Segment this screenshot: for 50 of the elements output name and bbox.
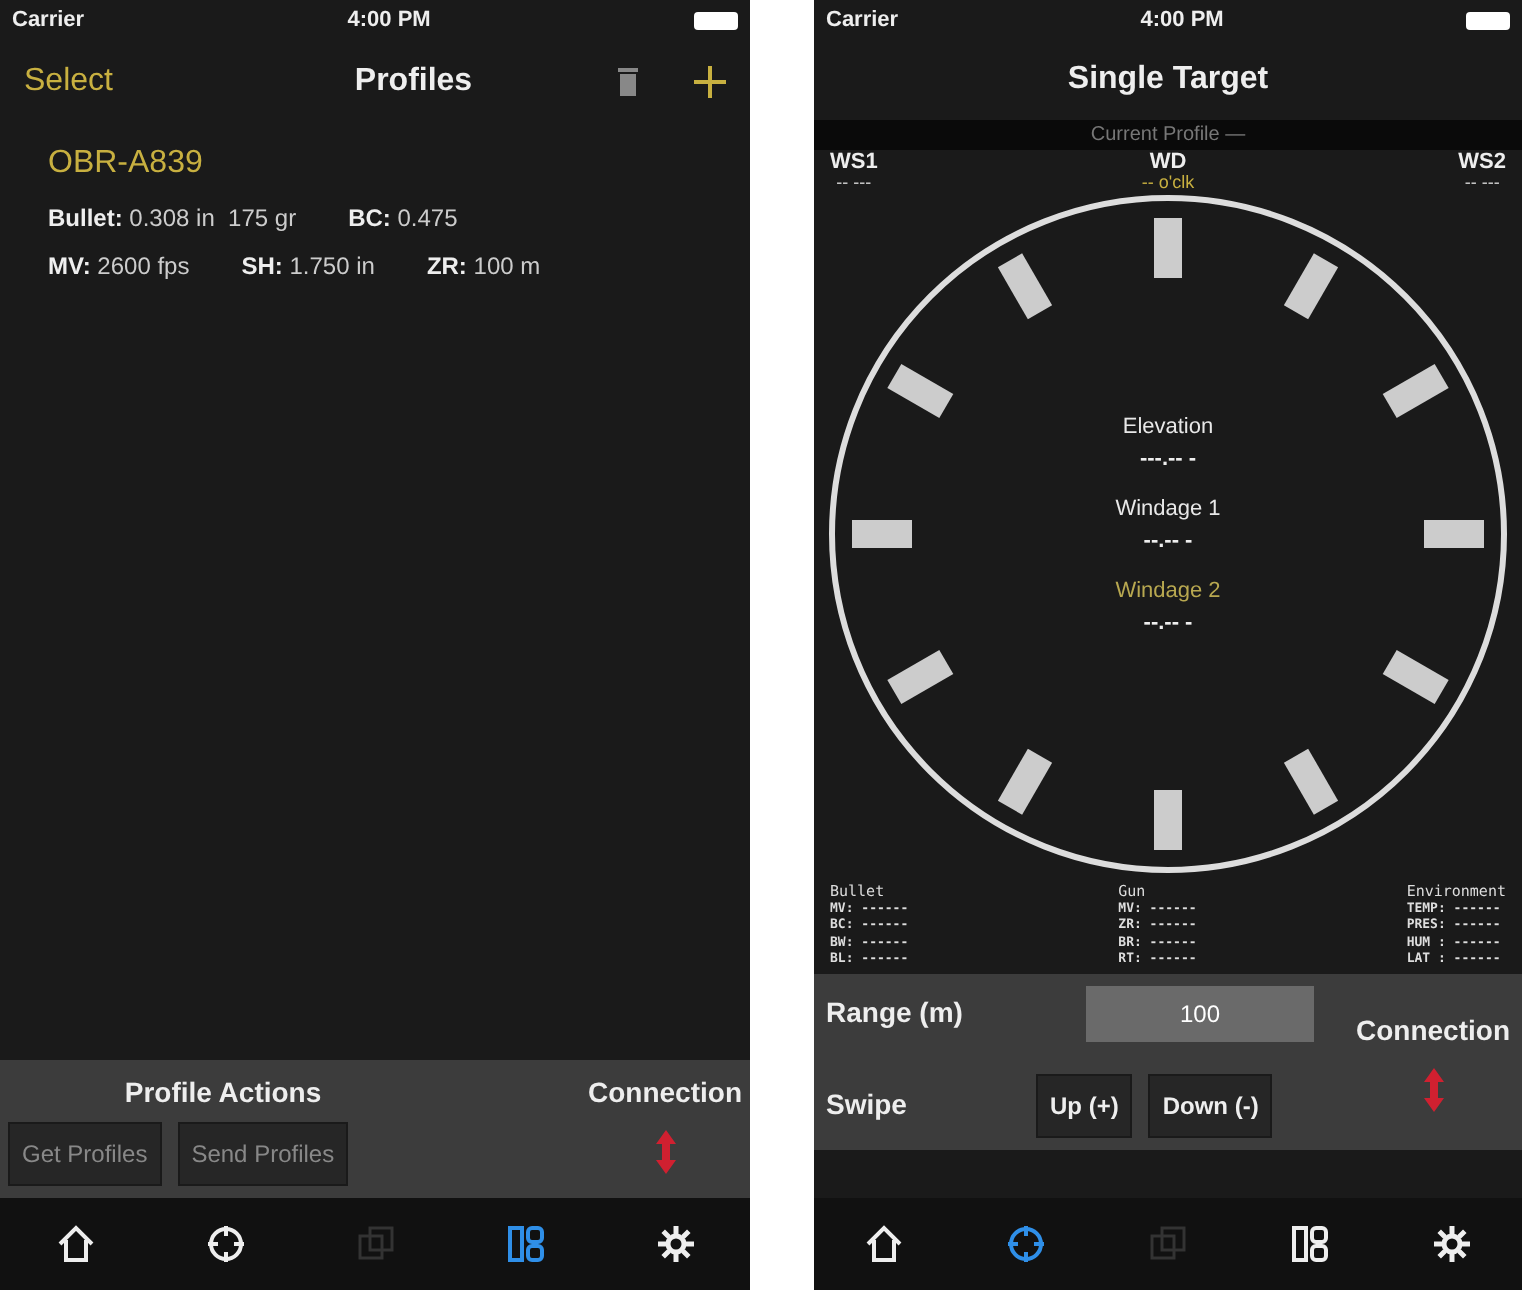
range-label: Range (m) [826,994,965,1033]
wind-value: -- --- [1462,174,1502,194]
wind-label: WD [1147,150,1189,175]
trash-icon[interactable] [618,68,638,96]
swipe-button[interactable]: Down (-) [1148,1073,1273,1138]
settings-icon [1431,1223,1472,1264]
battery-icon [1466,11,1510,29]
profile-field: Bullet: 0.308 in 175 gr [48,200,297,236]
readout-label: Windage 2 [1115,576,1221,607]
readout-value: ---.-- - [1137,445,1199,476]
swipe-button[interactable]: Up (+) [1036,1073,1133,1138]
status-time: 4:00 PM [347,5,431,36]
crosshair-icon [1006,1223,1047,1264]
windows-icon [1147,1223,1188,1264]
nav-title: Profiles [352,62,475,102]
readout-label: Windage 1 [1115,494,1221,525]
readout-label: Elevation [1120,412,1216,443]
windows-icon [355,1223,395,1264]
swipe-label: Swipe [826,1086,909,1125]
connection-label: Connection [588,1074,742,1112]
double-arrow-icon [655,1130,675,1174]
nav-title: Single Target [1065,60,1271,100]
readout-value: --.-- - [1141,609,1195,640]
battery-icon [694,11,738,29]
grid-icon [505,1223,545,1264]
carrier-label: Carrier [12,5,85,36]
wind-value: -- --- [834,174,874,194]
range-field[interactable]: 100 [1086,985,1314,1042]
select-link[interactable]: Select [24,58,113,106]
home-icon [864,1223,905,1264]
readout-value: --.-- - [1141,527,1195,558]
connection-label: Connection [1356,1012,1510,1051]
current-profile-label: Current Profile — [814,120,1522,150]
section-title: Profile Actions [124,1074,322,1112]
profile-field: MV: 2600 fps [48,248,190,284]
wind-label: WS2 [1458,150,1506,175]
settings-icon [655,1223,695,1264]
carrier-label: Carrier [826,5,899,36]
add-icon[interactable] [694,66,726,98]
status-time: 4:00 PM [1140,5,1224,36]
home-icon [55,1223,95,1264]
profile-field: ZR: 100 m [426,248,541,284]
double-arrow-icon [1423,1068,1443,1113]
profile-field: SH: 1.750 in [241,248,375,284]
wind-label: WS1 [830,150,878,175]
grid-icon [1289,1223,1330,1264]
profile-name[interactable]: OBR-A839 [48,140,702,188]
wind-value: -- o'clk [1141,174,1195,194]
profile-field: BC: 0.475 [348,200,458,236]
crosshair-icon [205,1223,245,1264]
